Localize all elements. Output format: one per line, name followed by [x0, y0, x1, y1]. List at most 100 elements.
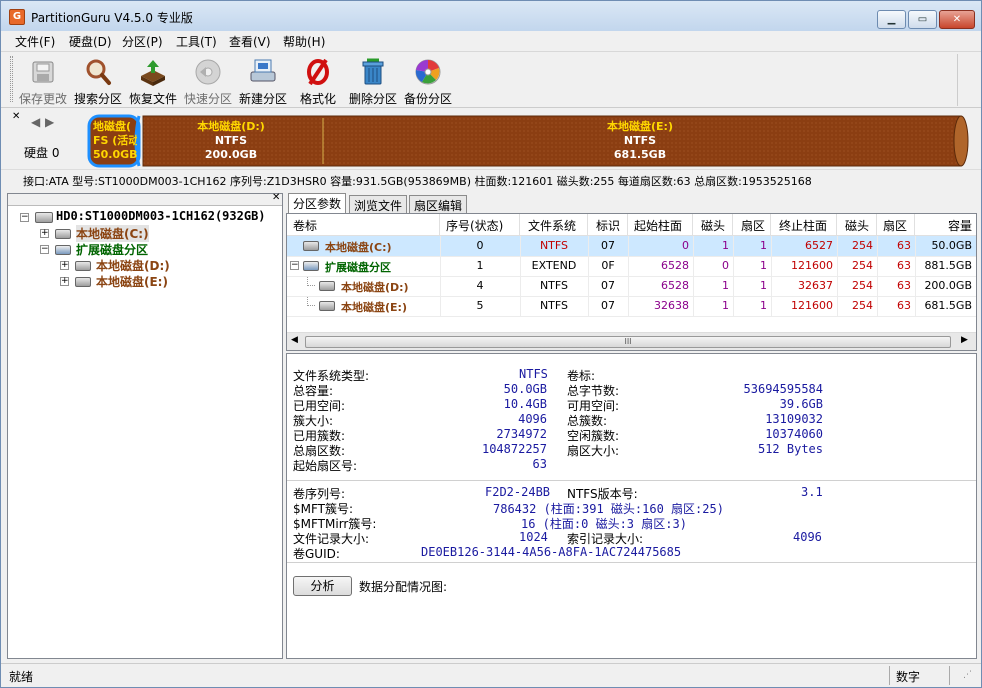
table-cell: 07: [601, 299, 615, 312]
menu-help[interactable]: 帮助(H): [283, 33, 325, 50]
resize-grip-icon[interactable]: ⋰: [963, 670, 972, 680]
disk-map-bar: ✕ ◀ ▶ 硬盘 0 地磁盘( FS (活动 50.0GB 本地磁盘(D:) N…: [1, 107, 981, 169]
save-changes-button[interactable]: 保存更改: [15, 56, 71, 106]
disk-prev-arrow-icon[interactable]: ◀: [31, 115, 40, 129]
partition-d-fs: NTFS: [214, 134, 248, 147]
table-cell: 254: [852, 299, 873, 312]
partition-c-name: 地磁盘(: [93, 120, 132, 133]
table-row[interactable]: 本地磁盘(E:) 5 NTFS 07 32638 1 1 121600 254 63 681.5GB: [287, 296, 976, 316]
scroll-right-arrow-icon[interactable]: ▶: [961, 335, 968, 345]
tab-strip: 分区参数 浏览文件 扇区编辑: [286, 193, 977, 213]
partition-c-block[interactable]: 地磁盘( FS (活动 50.0GB: [93, 120, 137, 162]
col-header-start-head[interactable]: 磁头: [693, 214, 733, 236]
quick-partition-button[interactable]: 快速分区: [180, 56, 236, 106]
detail-value: 53694595584: [743, 382, 823, 396]
extended-partition-icon: [303, 261, 319, 271]
row-collapse-extended[interactable]: −: [290, 261, 299, 270]
tree-item-d[interactable]: 本地磁盘(D:): [96, 257, 170, 274]
menu-file[interactable]: 文件(F): [15, 33, 55, 50]
tree-root-disk[interactable]: HD0:ST1000DM003-1CH162(932GB): [56, 209, 266, 223]
close-button[interactable]: ✕: [939, 10, 975, 29]
app-window: G PartitionGuru V4.5.0 专业版 ▁ ▭ ✕ 文件(F) 硬…: [0, 0, 982, 688]
save-icon: [32, 61, 54, 83]
maximize-button[interactable]: ▭: [908, 10, 937, 29]
tree-collapse-root[interactable]: −: [20, 213, 29, 222]
col-header-end-sector[interactable]: 扇区: [877, 214, 915, 236]
col-gridline: [771, 236, 772, 316]
menu-partition[interactable]: 分区(P): [122, 33, 163, 50]
tab-browse-files[interactable]: 浏览文件: [349, 195, 408, 213]
tree-pane-close-icon[interactable]: ✕: [272, 192, 280, 203]
tree-item-e[interactable]: 本地磁盘(E:): [96, 273, 168, 290]
partition-e-size: 681.5GB: [613, 148, 667, 161]
table-cell: 63: [897, 299, 911, 312]
delete-partition-button[interactable]: 删除分区: [345, 56, 401, 106]
table-cell: 254: [852, 279, 873, 292]
table-hscrollbar[interactable]: ◀ III ▶: [287, 332, 976, 350]
serial-value: F2D2-24BB: [485, 485, 551, 499]
app-icon: G: [9, 9, 25, 25]
new-partition-button[interactable]: 新建分区: [235, 56, 291, 106]
col-header-end-cyl[interactable]: 终止柱面: [771, 214, 837, 236]
menu-bar: 文件(F) 硬盘(D) 分区(P) 工具(T) 查看(V) 帮助(H): [1, 31, 981, 51]
partition-icon: [75, 277, 91, 287]
format-icon: [307, 58, 329, 86]
table-cell: 121600: [791, 299, 833, 312]
format-button[interactable]: 格式化: [290, 56, 346, 106]
partition-icon: [303, 241, 319, 251]
row-gridline: [287, 316, 976, 317]
tree-item-extended[interactable]: 扩展磁盘分区: [76, 241, 148, 258]
tree-expand-c[interactable]: +: [40, 229, 49, 238]
hscroll-thumb[interactable]: III: [305, 336, 951, 348]
table-row[interactable]: 本地磁盘(D:) 4 NTFS 07 6528 1 1 32637 254 63 200.0GB: [287, 276, 976, 296]
table-cell: 1: [760, 239, 767, 252]
table-cell: NTFS: [539, 239, 569, 252]
table-row[interactable]: 本地磁盘(C:) 0 NTFS 07 0 1 1 6527 254 63 50.0GB: [287, 236, 976, 256]
right-pane: 分区参数 浏览文件 扇区编辑 卷标 序号(状态) 文件系统 标识 起始柱面 磁头…: [286, 193, 977, 659]
col-header-id[interactable]: 标识: [588, 214, 628, 236]
toolbar: 保存更改 搜索分区 恢复文件 快速分区 新建分区 格式化 删除分区 备份分区: [1, 51, 981, 107]
partition-e-name: 本地磁盘(E:): [607, 120, 673, 133]
table-cell: 50.0GB: [931, 239, 972, 252]
tree-expand-e[interactable]: +: [60, 277, 69, 286]
menu-tools[interactable]: 工具(T): [176, 33, 217, 50]
backup-icon: [415, 59, 441, 85]
col-header-fs[interactable]: 文件系统: [520, 214, 588, 236]
detail-value: 50.0GB: [503, 382, 547, 396]
status-text: 就绪: [9, 670, 34, 684]
col-header-label[interactable]: 卷标: [287, 214, 440, 236]
tree-collapse-extended[interactable]: −: [40, 245, 49, 254]
partition-d-size: 200.0GB: [204, 148, 258, 161]
recover-files-button[interactable]: 恢复文件: [125, 56, 181, 106]
disk-next-arrow-icon[interactable]: ▶: [45, 115, 54, 129]
detail-value: 512 Bytes: [757, 442, 823, 456]
partition-e-block[interactable]: 本地磁盘(E:) NTFS 681.5GB: [325, 120, 955, 162]
disk-map-close-icon[interactable]: ✕: [12, 111, 20, 122]
menu-view[interactable]: 查看(V): [229, 33, 271, 50]
tab-sector-edit[interactable]: 扇区编辑: [409, 195, 468, 213]
details-divider: [287, 480, 976, 481]
partition-d-block[interactable]: 本地磁盘(D:) NTFS 200.0GB: [141, 120, 321, 162]
search-partition-button[interactable]: 搜索分区: [70, 56, 126, 106]
analyze-button[interactable]: 分析: [293, 576, 352, 596]
col-header-start-cyl[interactable]: 起始柱面: [628, 214, 693, 236]
disk-label: 硬盘 0: [24, 146, 60, 160]
col-gridline: [837, 236, 838, 316]
tab-partition-params[interactable]: 分区参数: [288, 193, 347, 213]
col-header-index[interactable]: 序号(状态): [440, 214, 520, 236]
tree-expand-d[interactable]: +: [60, 261, 69, 270]
col-header-capacity[interactable]: 容量: [915, 214, 976, 236]
col-gridline: [520, 236, 521, 316]
menu-disk[interactable]: 硬盘(D): [69, 33, 112, 50]
partition-icon: [75, 261, 91, 271]
col-header-start-sector[interactable]: 扇区: [733, 214, 771, 236]
table-row[interactable]: − 扩展磁盘分区 1 EXTEND 0F 6528 0 1 121600 254 63 881.5GB: [287, 256, 976, 276]
minimize-button[interactable]: ▁: [877, 10, 906, 29]
col-header-end-head[interactable]: 磁头: [837, 214, 877, 236]
table-cell: 0F: [601, 259, 615, 272]
fs-type-value: NTFS: [519, 367, 548, 381]
scroll-left-arrow-icon[interactable]: ◀: [291, 335, 298, 345]
partition-icon: [319, 301, 335, 311]
backup-partition-button[interactable]: 备份分区: [400, 56, 456, 106]
tree-item-c[interactable]: 本地磁盘(C:): [76, 225, 149, 242]
